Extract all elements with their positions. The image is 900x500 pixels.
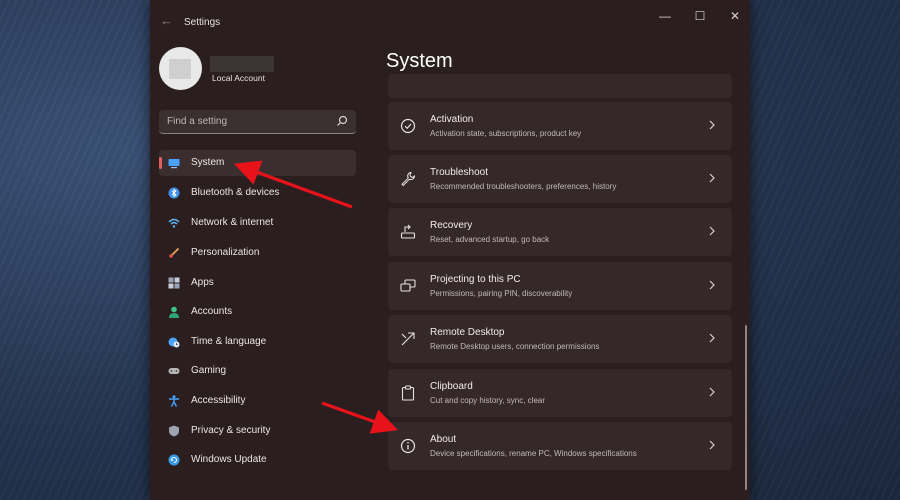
arrow-to-about <box>321 401 399 434</box>
annotation-arrows <box>233 160 399 434</box>
arrow-to-system <box>233 160 353 209</box>
